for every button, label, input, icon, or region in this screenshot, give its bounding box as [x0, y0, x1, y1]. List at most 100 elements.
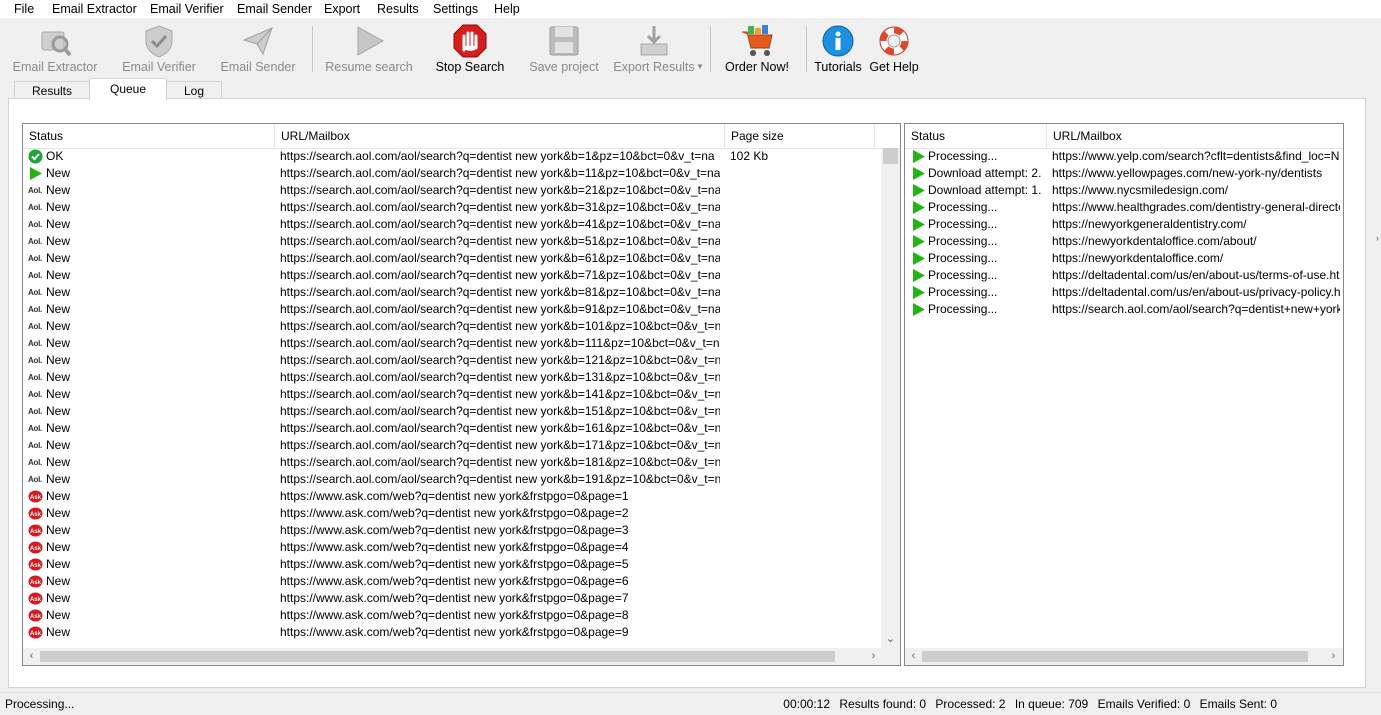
stop-search-label: Stop Search: [435, 60, 505, 74]
table-row[interactable]: Aol. New https://search.aol.com/aol/search…: [23, 335, 900, 352]
scroll-left-arrow-icon[interactable]: ‹: [905, 648, 922, 665]
play-icon: [30, 167, 42, 180]
scroll-right-arrow-icon[interactable]: ›: [865, 648, 882, 665]
export-results-label: Export Results: [613, 60, 695, 74]
table-row[interactable]: Processing... https://deltadental.com/us/…: [905, 284, 1343, 301]
tab-queue[interactable]: Queue: [89, 78, 167, 100]
get-help-button[interactable]: Get Help: [866, 22, 922, 76]
resume-search-label: Resume search: [325, 60, 413, 74]
table-row[interactable]: Ask New https://www.ask.com/web?q=dentist …: [23, 522, 900, 539]
menu-file[interactable]: File: [14, 2, 34, 16]
table-row[interactable]: Processing... https://www.healthgrades.co…: [905, 199, 1343, 216]
table-row[interactable]: Ask New https://www.ask.com/web?q=dentist …: [23, 624, 900, 641]
column-header-status[interactable]: Status: [23, 124, 275, 148]
table-row[interactable]: Aol. New https://search.aol.com/aol/search…: [23, 437, 900, 454]
table-row[interactable]: Aol. New https://search.aol.com/aol/search…: [23, 352, 900, 369]
scroll-left-arrow-icon[interactable]: ‹: [23, 648, 40, 665]
email-sender-button[interactable]: Email Sender: [218, 22, 298, 76]
table-row[interactable]: Aol. New https://search.aol.com/aol/search…: [23, 284, 900, 301]
queue-grid-horizontal-scrollbar[interactable]: ‹ ›: [23, 648, 900, 665]
table-row[interactable]: OK https://search.aol.com/aol/search?q=de…: [23, 148, 900, 165]
table-row[interactable]: Processing... https://newyorkdentaloffice…: [905, 250, 1343, 267]
row-url: https://www.ask.com/web?q=dentist new yo…: [280, 523, 629, 537]
queue-grid-horizontal-thumb[interactable]: [40, 651, 835, 662]
menu-email-extractor[interactable]: Email Extractor: [52, 2, 137, 16]
menu-results[interactable]: Results: [377, 2, 419, 16]
table-row[interactable]: Aol. New https://search.aol.com/aol/search…: [23, 403, 900, 420]
column-header-url[interactable]: URL/Mailbox: [1047, 124, 1343, 148]
table-row[interactable]: Download attempt: 2... https://www.yellow…: [905, 165, 1343, 182]
queue-grid[interactable]: Status URL/Mailbox Page size OK https://s…: [22, 123, 901, 666]
row-status: New: [46, 353, 71, 367]
row-status: New: [46, 540, 71, 554]
column-header-page-size[interactable]: Page size: [725, 124, 875, 148]
svg-text:Ask: Ask: [30, 614, 42, 620]
table-row[interactable]: Ask New https://www.ask.com/web?q=dentist …: [23, 573, 900, 590]
table-row[interactable]: Ask New https://www.ask.com/web?q=dentist …: [23, 556, 900, 573]
table-row[interactable]: Aol. New https://search.aol.com/aol/search…: [23, 454, 900, 471]
menu-settings[interactable]: Settings: [433, 2, 478, 16]
row-url: https://search.aol.com/aol/search?q=dent…: [280, 166, 720, 180]
table-row[interactable]: Processing... https://newyorkdentaloffice…: [905, 233, 1343, 250]
table-row[interactable]: Aol. New https://search.aol.com/aol/search…: [23, 216, 900, 233]
order-now-button[interactable]: Order Now!: [722, 22, 792, 76]
email-extractor-button[interactable]: Email Extractor: [10, 22, 100, 76]
row-url: https://www.yelp.com/search?cflt=dentist…: [1052, 149, 1340, 163]
table-row[interactable]: Aol. New https://search.aol.com/aol/search…: [23, 386, 900, 403]
queue-grid-vertical-scrollbar[interactable]: ⌄: [881, 148, 900, 648]
column-header-url[interactable]: URL/Mailbox: [275, 124, 725, 148]
table-row[interactable]: Aol. New https://search.aol.com/aol/search…: [23, 301, 900, 318]
aol-logo-icon: Aol.: [28, 305, 42, 314]
scroll-right-arrow-icon[interactable]: ›: [1325, 648, 1342, 665]
menu-export[interactable]: Export: [324, 2, 360, 16]
menu-help[interactable]: Help: [494, 2, 520, 16]
svg-text:Ask: Ask: [30, 631, 42, 637]
table-row[interactable]: Aol. New https://search.aol.com/aol/search…: [23, 369, 900, 386]
table-row[interactable]: Aol. New https://search.aol.com/aol/search…: [23, 233, 900, 250]
table-row[interactable]: Ask New https://www.ask.com/web?q=dentist …: [23, 488, 900, 505]
table-row[interactable]: Aol. New https://search.aol.com/aol/search…: [23, 199, 900, 216]
table-row[interactable]: Aol. New https://search.aol.com/aol/search…: [23, 267, 900, 284]
table-row[interactable]: Aol. New https://search.aol.com/aol/search…: [23, 318, 900, 335]
tab-log[interactable]: Log: [166, 81, 222, 99]
table-row[interactable]: Aol. New https://search.aol.com/aol/search…: [23, 420, 900, 437]
table-row[interactable]: Ask New https://www.ask.com/web?q=dentist …: [23, 539, 900, 556]
export-tray-icon: [640, 26, 668, 56]
toolbar: Email Extractor Email Verifier Email Sen…: [0, 18, 1381, 76]
table-row[interactable]: Aol. New https://search.aol.com/aol/search…: [23, 182, 900, 199]
menu-email-sender[interactable]: Email Sender: [237, 2, 312, 16]
table-row[interactable]: Processing... https://search.aol.com/aol/…: [905, 301, 1343, 318]
queue-grid-vertical-thumb[interactable]: [883, 148, 898, 164]
stop-search-button[interactable]: Stop Search: [432, 22, 508, 76]
menu-email-verifier[interactable]: Email Verifier: [150, 2, 224, 16]
export-results-button[interactable]: Export Results: [612, 22, 696, 76]
processing-grid-horizontal-thumb[interactable]: [922, 651, 1308, 662]
tutorials-button[interactable]: Tutorials: [812, 22, 864, 76]
processing-grid-horizontal-scrollbar[interactable]: ‹ ›: [905, 648, 1343, 665]
row-status: Processing...: [928, 302, 998, 316]
table-row[interactable]: Download attempt: 1... https://www.nycsmi…: [905, 182, 1343, 199]
table-row[interactable]: Ask New https://www.ask.com/web?q=dentist …: [23, 607, 900, 624]
row-status: New: [46, 523, 71, 537]
row-status: OK: [46, 149, 64, 163]
row-url: https://search.aol.com/aol/search?q=dent…: [280, 455, 720, 469]
table-row[interactable]: Processing... https://newyorkgeneraldenti…: [905, 216, 1343, 233]
scroll-down-arrow-icon[interactable]: ⌄: [882, 631, 899, 648]
resume-search-button[interactable]: Resume search: [324, 22, 414, 76]
table-row[interactable]: Processing... https://deltadental.com/us/…: [905, 267, 1343, 284]
email-verifier-label: Email Verifier: [122, 60, 196, 74]
table-row[interactable]: New https://search.aol.com/aol/search?q=d…: [23, 165, 900, 182]
table-row[interactable]: Processing... https://www.yelp.com/search…: [905, 148, 1343, 165]
export-dropdown-arrow-icon[interactable]: ▼: [696, 62, 704, 71]
email-verifier-button[interactable]: Email Verifier: [118, 22, 200, 76]
processing-grid[interactable]: Status URL/Mailbox Processing... https://…: [904, 123, 1344, 666]
table-row[interactable]: Aol. New https://search.aol.com/aol/search…: [23, 250, 900, 267]
column-header-status[interactable]: Status: [905, 124, 1047, 148]
table-row[interactable]: Aol. New https://search.aol.com/aol/search…: [23, 471, 900, 488]
play-icon: [913, 269, 925, 282]
svg-text:Ask: Ask: [30, 495, 42, 501]
tab-results[interactable]: Results: [14, 81, 90, 99]
table-row[interactable]: Ask New https://www.ask.com/web?q=dentist …: [23, 590, 900, 607]
table-row[interactable]: Ask New https://www.ask.com/web?q=dentist …: [23, 505, 900, 522]
save-project-button[interactable]: Save project: [526, 22, 602, 76]
